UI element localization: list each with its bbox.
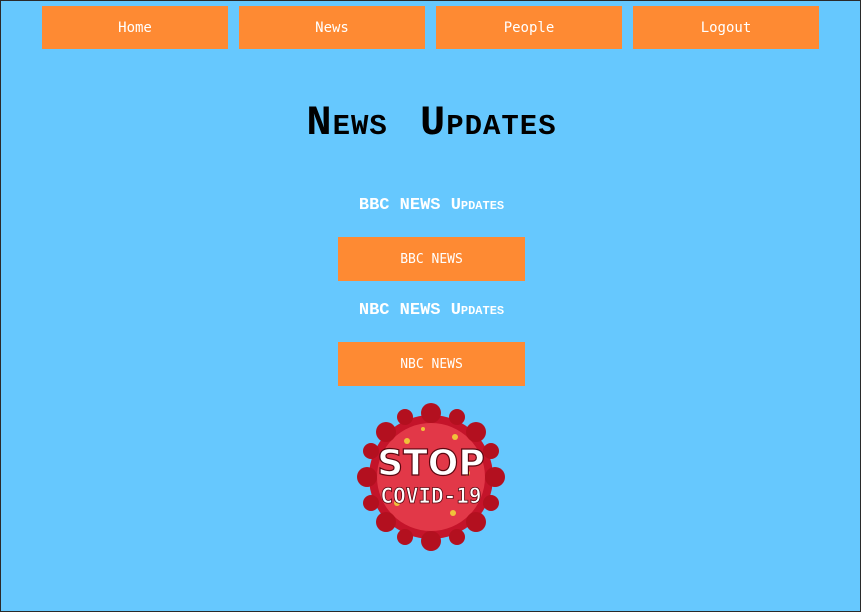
top-nav: Home News People Logout (42, 6, 819, 49)
page-title: News Updates (306, 99, 557, 147)
covid-text: COVID-19 (380, 484, 481, 508)
nav-people-button[interactable]: People (436, 6, 622, 49)
nbc-news-button[interactable]: NBC NEWS (338, 342, 525, 386)
bbc-news-heading: BBC NEWS Updates (358, 196, 505, 215)
bbc-news-button[interactable]: BBC NEWS (338, 237, 525, 281)
nav-home-button[interactable]: Home (42, 6, 228, 49)
stop-covid-image: STOP COVID-19 (357, 403, 505, 551)
nav-logout-button[interactable]: Logout (633, 6, 819, 49)
nav-news-button[interactable]: News (239, 6, 425, 49)
nbc-news-heading: NBC NEWS Updates (358, 301, 505, 320)
stop-text: STOP (377, 443, 484, 484)
